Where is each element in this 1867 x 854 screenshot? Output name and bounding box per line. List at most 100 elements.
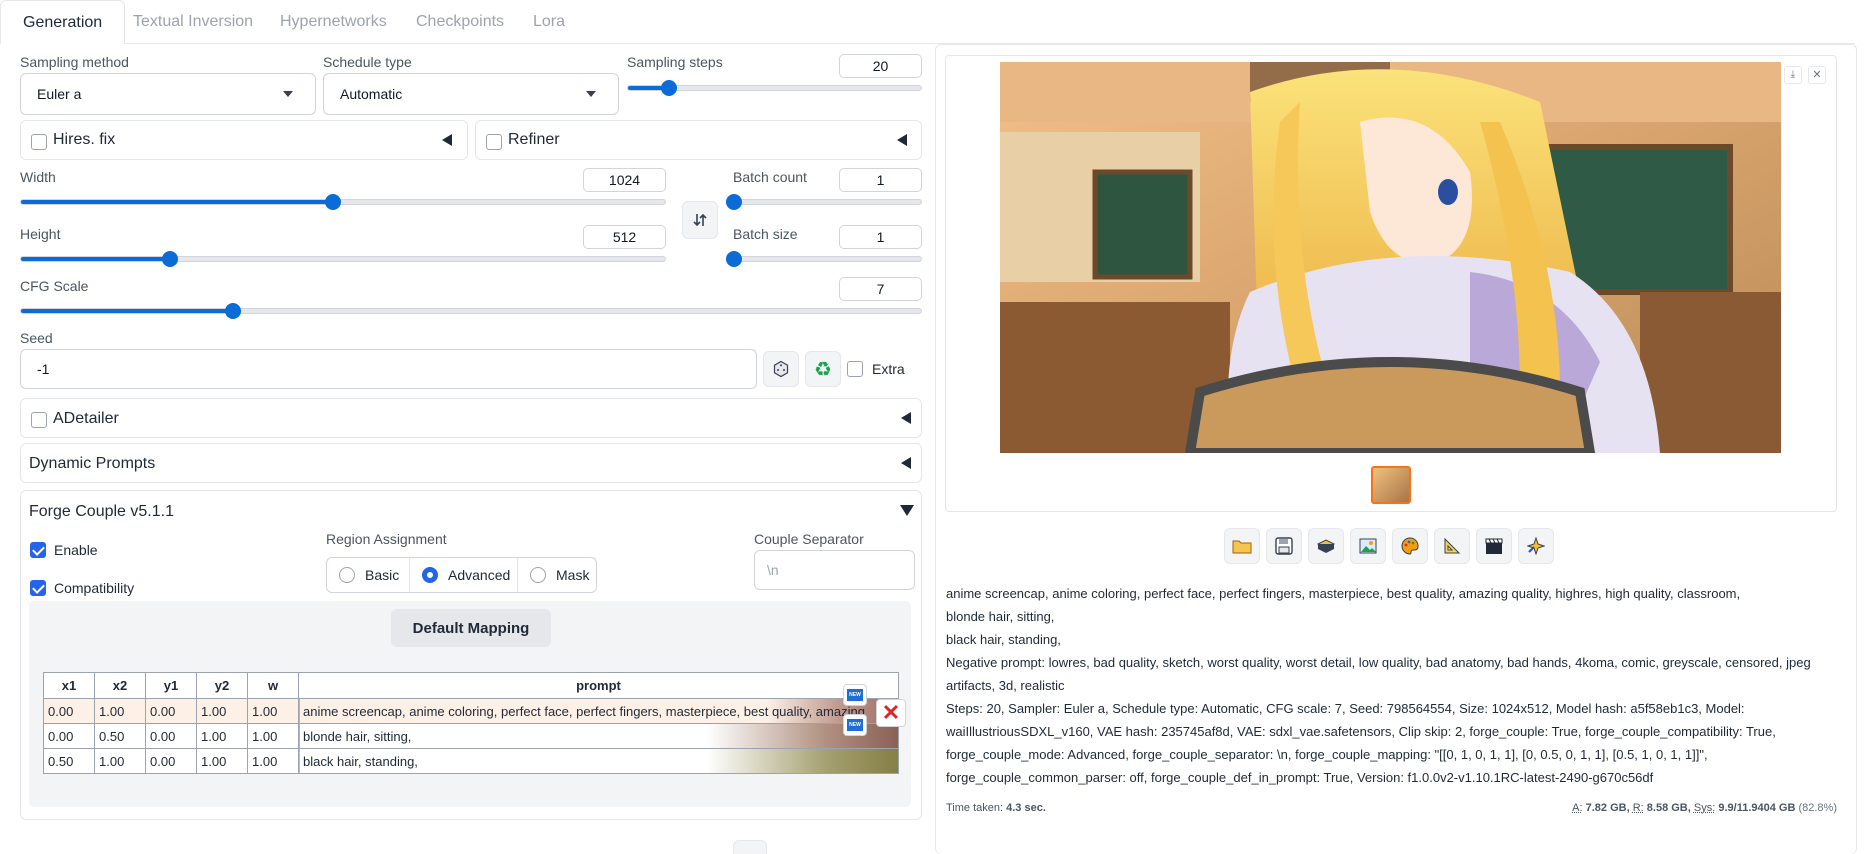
open-folder-button[interactable] xyxy=(1224,528,1260,564)
cell[interactable]: 1.00 xyxy=(247,723,299,749)
tab-lora[interactable]: Lora xyxy=(511,0,587,44)
radio-dot xyxy=(530,567,546,583)
cell[interactable]: 1.00 xyxy=(94,698,146,724)
cell[interactable]: 1.00 xyxy=(247,748,299,774)
forge-couple-title[interactable]: Forge Couple v5.1.1 xyxy=(29,503,174,521)
slider-handle[interactable] xyxy=(225,303,242,319)
send-to-video-button[interactable] xyxy=(1476,528,1512,564)
cell[interactable]: 1.00 xyxy=(94,748,146,774)
folder-button-partial[interactable] xyxy=(733,840,767,854)
default-mapping-button[interactable]: Default Mapping xyxy=(391,609,551,647)
remove-row-button[interactable]: ✕ xyxy=(876,699,906,727)
save-button[interactable] xyxy=(1266,528,1302,564)
expand-arrow-icon[interactable] xyxy=(900,505,914,516)
cell[interactable]: 0.00 xyxy=(43,723,95,749)
cell[interactable]: 1.00 xyxy=(196,723,248,749)
height-input[interactable]: 512 xyxy=(583,225,666,249)
col-x1: x1 xyxy=(43,672,95,699)
gallery-thumbnail[interactable] xyxy=(1371,466,1411,504)
refiner-accordion[interactable]: Refiner xyxy=(475,120,922,160)
radio-dot xyxy=(422,567,438,583)
sampling-steps-slider[interactable] xyxy=(627,80,922,96)
swap-dimensions-button[interactable] xyxy=(682,201,718,239)
radio-mask[interactable]: Mask xyxy=(518,558,598,592)
dynamic-prompts-accordion[interactable]: Dynamic Prompts xyxy=(20,443,922,483)
slider-handle[interactable] xyxy=(661,80,678,96)
cell[interactable]: 0.00 xyxy=(145,723,197,749)
hires-fix-accordion[interactable]: Hires. fix xyxy=(20,120,468,160)
adetailer-checkbox[interactable] xyxy=(31,412,47,428)
table-row[interactable]: 0.00 0.50 0.00 1.00 1.00 blonde hair, si… xyxy=(43,723,899,749)
new-row-above-button[interactable]: NEW xyxy=(843,684,867,706)
cell[interactable]: 0.00 xyxy=(145,748,197,774)
table-row[interactable]: 0.50 1.00 0.00 1.00 1.00 black hair, sta… xyxy=(43,748,899,774)
collapse-arrow-icon[interactable] xyxy=(442,134,452,146)
swap-icon xyxy=(693,213,707,227)
slider-handle[interactable] xyxy=(726,251,742,267)
batch-count-input[interactable]: 1 xyxy=(839,168,922,192)
prompt-cell[interactable]: anime screencap, anime coloring, perfect… xyxy=(298,698,899,724)
tab-textual-inversion[interactable]: Textual Inversion xyxy=(111,0,275,44)
download-icon[interactable]: ⤓ xyxy=(1784,66,1802,84)
sampling-method-select[interactable]: Euler a xyxy=(20,73,316,115)
mem-a-value: 7.82 GB, xyxy=(1585,802,1630,814)
prompt-cell[interactable]: blonde hair, sitting, xyxy=(298,723,899,749)
radio-advanced[interactable]: Advanced xyxy=(410,558,518,592)
height-slider[interactable] xyxy=(20,251,666,267)
new-row-below-button[interactable]: NEW xyxy=(843,714,867,736)
cell[interactable]: 1.00 xyxy=(247,698,299,724)
batch-size-slider[interactable] xyxy=(726,251,922,267)
send-to-inpaint-button[interactable] xyxy=(1392,528,1428,564)
cfg-scale-input[interactable]: 7 xyxy=(839,277,922,301)
width-slider[interactable] xyxy=(20,194,666,210)
extra-seed-checkbox[interactable] xyxy=(847,361,863,377)
cfg-scale-slider[interactable] xyxy=(20,303,922,319)
compatibility-checkbox[interactable] xyxy=(30,580,46,596)
seed-input[interactable]: -1 xyxy=(20,349,757,389)
zip-button[interactable] xyxy=(1308,528,1344,564)
schedule-type-select[interactable]: Automatic xyxy=(323,73,619,115)
tab-hypernetworks[interactable]: Hypernetworks xyxy=(258,0,409,44)
adetailer-accordion[interactable]: ADetailer xyxy=(20,398,922,438)
table-row[interactable]: 0.00 1.00 0.00 1.00 1.00 anime screencap… xyxy=(43,698,899,724)
cell[interactable]: 1.00 xyxy=(196,748,248,774)
width-input[interactable]: 1024 xyxy=(583,168,666,192)
slider-fill xyxy=(21,257,171,261)
enable-checkbox[interactable] xyxy=(30,542,46,558)
cell[interactable]: 0.50 xyxy=(94,723,146,749)
collapse-arrow-icon[interactable] xyxy=(901,412,911,424)
close-icon[interactable]: ✕ xyxy=(1808,66,1826,84)
random-seed-button[interactable] xyxy=(763,351,799,387)
new-badge-icon: NEW xyxy=(847,689,863,701)
radio-label: Basic xyxy=(365,567,400,583)
tab-generation[interactable]: Generation xyxy=(0,0,126,44)
refiner-checkbox[interactable] xyxy=(486,134,502,150)
upscale-button[interactable] xyxy=(1518,528,1554,564)
send-to-img2img-button[interactable] xyxy=(1350,528,1386,564)
generated-image[interactable] xyxy=(1000,62,1781,453)
batch-size-input[interactable]: 1 xyxy=(839,225,922,249)
radio-basic[interactable]: Basic xyxy=(327,558,410,592)
region-assignment-radio: Basic Advanced Mask xyxy=(326,557,597,593)
collapse-arrow-icon[interactable] xyxy=(897,134,907,146)
clapper-icon xyxy=(1485,538,1503,554)
couple-separator-label: Couple Separator xyxy=(754,531,864,547)
slider-handle[interactable] xyxy=(162,251,179,267)
sampling-steps-input[interactable]: 20 xyxy=(839,54,922,78)
folder-icon xyxy=(1232,540,1252,554)
batch-count-slider[interactable] xyxy=(726,194,922,210)
send-to-extras-button[interactable] xyxy=(1434,528,1470,564)
couple-separator-input[interactable]: \n xyxy=(754,550,915,590)
slider-handle[interactable] xyxy=(325,194,342,210)
hires-fix-checkbox[interactable] xyxy=(31,134,47,150)
cell[interactable]: 0.00 xyxy=(43,698,95,724)
collapse-arrow-icon[interactable] xyxy=(901,457,911,469)
cell[interactable]: 1.00 xyxy=(196,698,248,724)
prompt-cell[interactable]: black hair, standing, xyxy=(298,748,899,774)
cell[interactable]: 0.00 xyxy=(145,698,197,724)
slider-handle[interactable] xyxy=(726,194,742,210)
ruler-icon xyxy=(1444,537,1461,554)
reuse-seed-button[interactable]: ♻ xyxy=(805,351,841,387)
cell[interactable]: 0.50 xyxy=(43,748,95,774)
tab-checkpoints[interactable]: Checkpoints xyxy=(394,0,526,44)
